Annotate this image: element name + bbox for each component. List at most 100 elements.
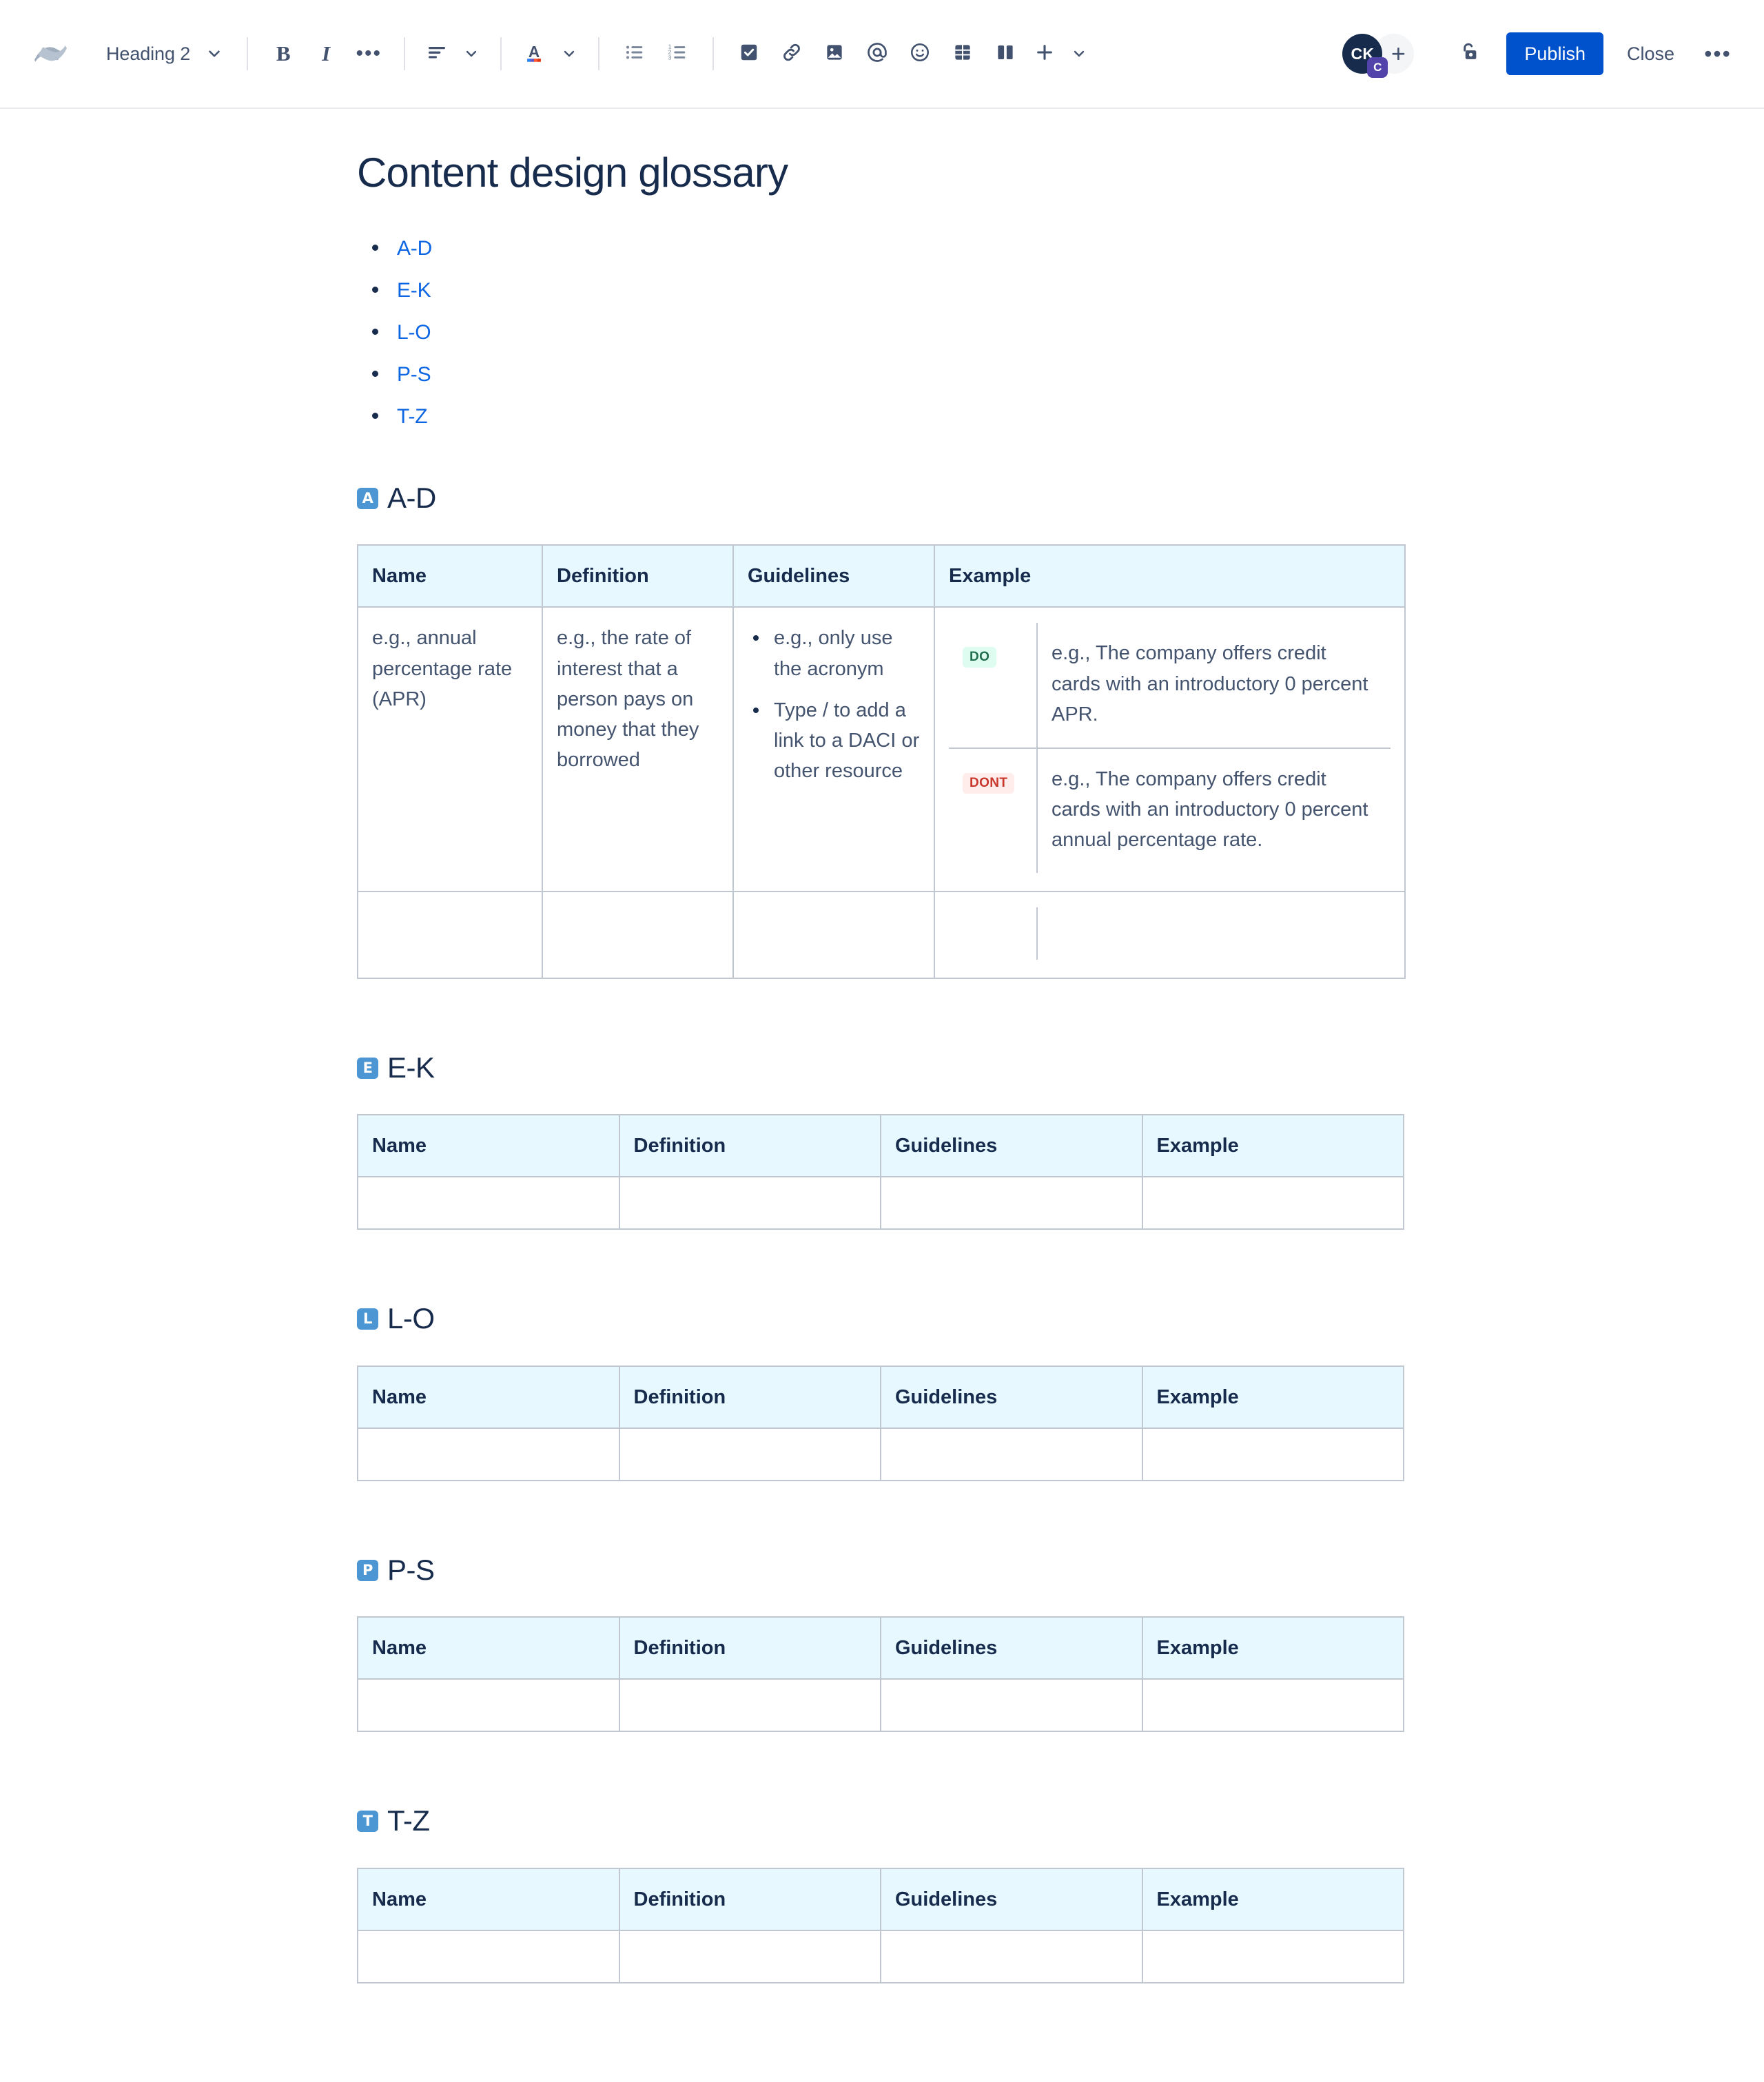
cell-dont-text[interactable]: e.g., The company offers credit cards wi… xyxy=(1037,748,1391,873)
editor-toolbar: Heading 2 B I ••• A 1 2 3 CK C + Publish… xyxy=(0,0,1764,109)
cell-definition-empty[interactable] xyxy=(618,1678,881,1733)
cell-name-empty[interactable] xyxy=(357,1678,620,1733)
cell-example-empty[interactable] xyxy=(1141,1176,1404,1230)
cell-name-empty[interactable] xyxy=(357,1929,620,1983)
table-row xyxy=(357,1427,1404,1481)
table-icon xyxy=(952,42,973,66)
bullet-list-button[interactable] xyxy=(613,32,656,75)
column-header-name: Name xyxy=(357,1616,620,1680)
mention-button[interactable] xyxy=(856,32,899,75)
image-icon xyxy=(824,42,845,66)
cell-guidelines-empty[interactable] xyxy=(732,890,935,979)
column-header-guidelines: Guidelines xyxy=(880,1867,1143,1931)
column-header-definition: Definition xyxy=(618,1365,881,1429)
toc-link-p-s[interactable]: P-S xyxy=(397,363,431,386)
text-alignment-button[interactable] xyxy=(419,32,486,75)
svg-text:3: 3 xyxy=(668,54,672,61)
column-header-definition: Definition xyxy=(618,1616,881,1680)
status-badge-dont: DONT xyxy=(963,772,1015,794)
layout-columns-button[interactable] xyxy=(984,32,1027,75)
cell-guidelines[interactable]: e.g., only use the acronym Type / to add… xyxy=(732,606,935,892)
insert-table-button[interactable] xyxy=(941,32,984,75)
text-style-dropdown[interactable]: Heading 2 xyxy=(94,32,233,75)
page-restrictions-button[interactable] xyxy=(1447,32,1490,75)
list-item: e.g., only use the acronym xyxy=(748,623,920,683)
column-header-example: Example xyxy=(934,544,1406,608)
toolbar-divider xyxy=(500,37,502,70)
confluence-logo-icon[interactable] xyxy=(28,31,73,76)
cell-example-text-empty[interactable] xyxy=(1037,907,1391,960)
cell-do-text[interactable]: e.g., The company offers credit cards wi… xyxy=(1037,623,1391,749)
page-title[interactable]: Content design glossary xyxy=(357,149,1404,196)
link-button[interactable] xyxy=(770,32,813,75)
table-header-row: Name Definition Guidelines Example xyxy=(357,1867,1404,1931)
toc-link-l-o[interactable]: L-O xyxy=(397,321,431,344)
glossary-table-p-s[interactable]: Name Definition Guidelines Example xyxy=(357,1616,1404,1733)
cell-example-empty[interactable] xyxy=(1141,1929,1404,1983)
cell-example-empty[interactable] xyxy=(1141,1427,1404,1481)
cell-definition-empty[interactable] xyxy=(618,1929,881,1983)
more-formatting-button[interactable]: ••• xyxy=(347,32,390,75)
toc-link-t-z[interactable]: T-Z xyxy=(397,405,428,428)
cell-definition-empty[interactable] xyxy=(542,890,734,979)
letter-p-emoji-icon: P xyxy=(357,1559,378,1581)
cell-example[interactable]: DO e.g., The company offers credit cards… xyxy=(934,606,1406,892)
column-header-example: Example xyxy=(1141,1365,1404,1429)
more-actions-button[interactable]: ••• xyxy=(1696,32,1739,75)
glossary-table-t-z[interactable]: Name Definition Guidelines Example xyxy=(357,1867,1404,1983)
svg-text:A: A xyxy=(529,43,540,61)
collaborators: CK C + xyxy=(1342,34,1415,78)
table-header-row: Name Definition Guidelines Example xyxy=(357,1114,1404,1178)
close-button[interactable]: Close xyxy=(1610,32,1691,75)
glossary-table-a-d[interactable]: Name Definition Guidelines Example e.g.,… xyxy=(357,544,1406,979)
avatar-status-badge: C xyxy=(1367,57,1388,78)
chevron-down-icon xyxy=(463,45,480,62)
cell-name-empty[interactable] xyxy=(357,1427,620,1481)
cell-example-empty[interactable] xyxy=(934,890,1406,979)
cell-badge-empty[interactable] xyxy=(949,907,1038,960)
cell-name[interactable]: e.g., annual percentage rate (APR) xyxy=(357,606,543,892)
insert-more-button[interactable] xyxy=(1027,32,1094,75)
section-heading-p-s: P P-S xyxy=(357,1553,1404,1587)
cell-definition[interactable]: e.g., the rate of interest that a person… xyxy=(542,606,734,892)
cell-definition-empty[interactable] xyxy=(618,1176,881,1230)
section-heading-a-d: A A-D xyxy=(357,481,1404,515)
toolbar-divider xyxy=(712,37,715,70)
letter-t-emoji-icon: T xyxy=(357,1811,378,1833)
cell-name-empty[interactable] xyxy=(357,1176,620,1230)
publish-button[interactable]: Publish xyxy=(1506,32,1603,75)
cell-name-empty[interactable] xyxy=(357,890,543,979)
section-heading-label: L-O xyxy=(387,1302,435,1335)
cell-guidelines-empty[interactable] xyxy=(880,1427,1143,1481)
italic-button[interactable]: I xyxy=(305,32,347,75)
glossary-table-e-k[interactable]: Name Definition Guidelines Example xyxy=(357,1114,1404,1230)
bold-button[interactable]: B xyxy=(262,32,305,75)
numbered-list-button[interactable]: 123 xyxy=(656,32,699,75)
avatar[interactable]: CK C xyxy=(1342,34,1388,78)
section-heading-label: E-K xyxy=(387,1051,435,1084)
toc-link-a-d[interactable]: A-D xyxy=(397,237,432,260)
chevron-down-icon xyxy=(205,45,223,63)
text-style-label: Heading 2 xyxy=(106,43,191,64)
column-header-definition: Definition xyxy=(618,1114,881,1178)
cell-guidelines-empty[interactable] xyxy=(880,1929,1143,1983)
cell-guidelines-empty[interactable] xyxy=(880,1176,1143,1230)
task-list-button[interactable] xyxy=(728,32,770,75)
cell-do-badge: DO xyxy=(949,623,1038,749)
column-header-example: Example xyxy=(1141,1867,1404,1931)
section-heading-l-o: L L-O xyxy=(357,1301,1404,1336)
emoji-button[interactable] xyxy=(899,32,941,75)
text-format-group: B I ••• xyxy=(262,32,390,75)
section-heading-e-k: E E-K xyxy=(357,1051,1404,1085)
cell-definition-empty[interactable] xyxy=(618,1427,881,1481)
column-header-name: Name xyxy=(357,1365,620,1429)
toc-link-e-k[interactable]: E-K xyxy=(397,279,431,302)
text-color-button[interactable]: A xyxy=(515,32,584,75)
glossary-table-l-o[interactable]: Name Definition Guidelines Example xyxy=(357,1365,1404,1481)
example-row-do: DO e.g., The company offers credit cards… xyxy=(949,623,1391,749)
text-color-icon: A xyxy=(522,41,546,68)
list-item: L-O xyxy=(357,319,1404,346)
cell-example-empty[interactable] xyxy=(1141,1678,1404,1733)
insert-image-button[interactable] xyxy=(813,32,856,75)
cell-guidelines-empty[interactable] xyxy=(880,1678,1143,1733)
